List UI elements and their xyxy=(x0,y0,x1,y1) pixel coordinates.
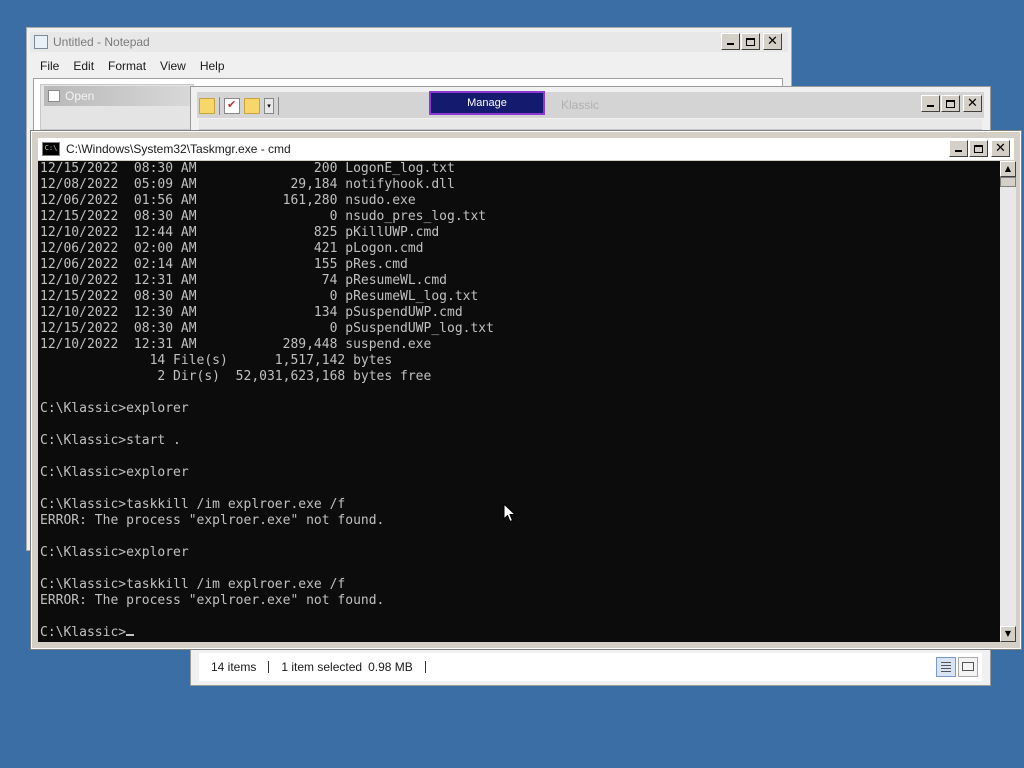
text-cursor xyxy=(126,634,135,636)
tiles-view-button[interactable] xyxy=(958,657,978,677)
console-line: C:\Klassic>start . xyxy=(40,433,181,448)
menu-edit[interactable]: Edit xyxy=(66,59,101,73)
console-prompt-line[interactable]: C:\Klassic> xyxy=(38,625,1000,641)
folder-icon[interactable] xyxy=(199,98,215,114)
console-line: ERROR: The process "explroer.exe" not fo… xyxy=(40,593,385,608)
close-icon: ✕ xyxy=(767,34,778,49)
console-line: 2 Dir(s) 52,031,623,168 bytes free xyxy=(40,369,432,384)
ribbon xyxy=(199,119,982,130)
console-line: C:\Klassic>taskkill /im explroer.exe /f xyxy=(40,577,346,592)
menu-file[interactable]: File xyxy=(33,59,66,73)
console-scrollbar[interactable]: ▲ ▼ xyxy=(1000,161,1016,642)
minimize-button[interactable] xyxy=(949,140,968,157)
close-button[interactable]: ✕ xyxy=(963,95,982,112)
new-folder-icon[interactable] xyxy=(244,98,260,114)
close-button[interactable]: ✕ xyxy=(763,33,782,50)
tiles-view-icon xyxy=(962,662,974,671)
status-selection: 1 item selected xyxy=(281,660,363,674)
console-caption-buttons: ✕ xyxy=(949,140,1010,157)
console-line: C:\Klassic>explorer xyxy=(40,465,189,480)
console-window[interactable]: C:\ C:\Windows\System32\Taskmgr.exe - cm… xyxy=(30,130,1022,650)
status-item-count: 14 items xyxy=(211,660,257,674)
status-size: 0.98 MB xyxy=(368,660,413,674)
console-line: 12/06/2022 02:00 AM 421 pLogon.cmd xyxy=(40,241,424,256)
notepad-title: Untitled - Notepad xyxy=(53,35,150,49)
scroll-down-button[interactable]: ▼ xyxy=(1000,626,1016,642)
maximize-icon xyxy=(946,99,955,108)
open-dialog-icon xyxy=(48,90,60,102)
toolbar-dropdown-icon[interactable]: ▾ xyxy=(264,98,274,114)
console-titlebar[interactable]: C:\ C:\Windows\System32\Taskmgr.exe - cm… xyxy=(38,138,1014,160)
explorer-statusbar: 14 items 1 item selected 0.98 MB xyxy=(199,653,982,681)
minimize-icon xyxy=(955,150,962,152)
close-button[interactable]: ✕ xyxy=(991,140,1010,157)
console-line: 12/06/2022 01:56 AM 161,280 nsudo.exe xyxy=(40,193,416,208)
console-line: 14 File(s) 1,517,142 bytes xyxy=(40,353,393,368)
menu-format[interactable]: Format xyxy=(101,59,153,73)
console-line: 12/10/2022 12:30 AM 134 pSuspendUWP.cmd xyxy=(40,305,463,320)
notepad-icon xyxy=(34,35,48,49)
maximize-icon xyxy=(974,144,983,153)
console-line: C:\Klassic>explorer xyxy=(40,545,189,560)
view-buttons xyxy=(936,657,978,677)
minimize-button[interactable] xyxy=(721,33,740,50)
console-line: 12/15/2022 08:30 AM 0 nsudo_pres_log.txt xyxy=(40,209,487,224)
menu-view[interactable]: View xyxy=(153,59,193,73)
maximize-button[interactable] xyxy=(741,33,760,50)
open-dialog-title: Open xyxy=(65,89,95,103)
close-icon: ✕ xyxy=(967,96,978,111)
console-line: 12/15/2022 08:30 AM 0 pSuspendUWP_log.tx… xyxy=(40,321,494,336)
toolbar-separator xyxy=(219,97,220,115)
console-line: C:\Klassic>explorer xyxy=(40,401,189,416)
notepad-titlebar[interactable]: Untitled - Notepad ✕ xyxy=(30,32,788,52)
console-output[interactable]: 12/15/2022 08:30 AM 200 LogonE_log.txt 1… xyxy=(38,161,1000,642)
console-line: ERROR: The process "explroer.exe" not fo… xyxy=(40,513,385,528)
explorer-caption-buttons: ✕ xyxy=(921,95,982,112)
console-line: 12/10/2022 12:44 AM 825 pKillUWP.cmd xyxy=(40,225,440,240)
quick-access-toolbar: ▾ xyxy=(199,95,279,117)
cmd-icon: C:\ xyxy=(42,142,60,156)
maximize-button[interactable] xyxy=(969,140,988,157)
console-title: C:\Windows\System32\Taskmgr.exe - cmd xyxy=(66,142,291,156)
console-line: 12/10/2022 12:31 AM 289,448 suspend.exe xyxy=(40,337,432,352)
console-line: 12/15/2022 08:30 AM 200 LogonE_log.txt xyxy=(40,161,455,176)
scroll-up-button[interactable]: ▲ xyxy=(1000,161,1016,177)
scroll-thumb[interactable] xyxy=(1000,177,1016,187)
console-line: 12/15/2022 08:30 AM 0 pResumeWL_log.txt xyxy=(40,289,479,304)
console-prompt: C:\Klassic> xyxy=(40,625,127,640)
notepad-menubar: File Edit Format View Help xyxy=(33,56,232,76)
minimize-button[interactable] xyxy=(921,95,940,112)
close-icon: ✕ xyxy=(995,141,1006,156)
toolbar-separator xyxy=(278,97,279,115)
properties-icon[interactable] xyxy=(224,98,240,114)
menu-help[interactable]: Help xyxy=(193,59,232,73)
maximize-icon xyxy=(746,37,755,46)
maximize-button[interactable] xyxy=(941,95,960,112)
minimize-icon xyxy=(927,105,934,107)
console-line: 12/08/2022 05:09 AM 29,184 notifyhook.dl… xyxy=(40,177,455,192)
details-view-icon xyxy=(941,662,951,672)
console-line: 12/10/2022 12:31 AM 74 pResumeWL.cmd xyxy=(40,273,447,288)
console-lines: 12/15/2022 08:30 AM 200 LogonE_log.txt 1… xyxy=(38,161,1000,625)
console-line: C:\Klassic>taskkill /im explroer.exe /f xyxy=(40,497,346,512)
explorer-title: Klassic xyxy=(561,98,600,112)
console-line: 12/06/2022 02:14 AM 155 pRes.cmd xyxy=(40,257,408,272)
open-dialog-titlebar[interactable]: Open xyxy=(44,86,190,106)
minimize-icon xyxy=(727,43,734,45)
details-view-button[interactable] xyxy=(936,657,956,677)
status-separator xyxy=(424,661,426,673)
ribbon-tab-manage[interactable]: Manage xyxy=(429,91,545,115)
